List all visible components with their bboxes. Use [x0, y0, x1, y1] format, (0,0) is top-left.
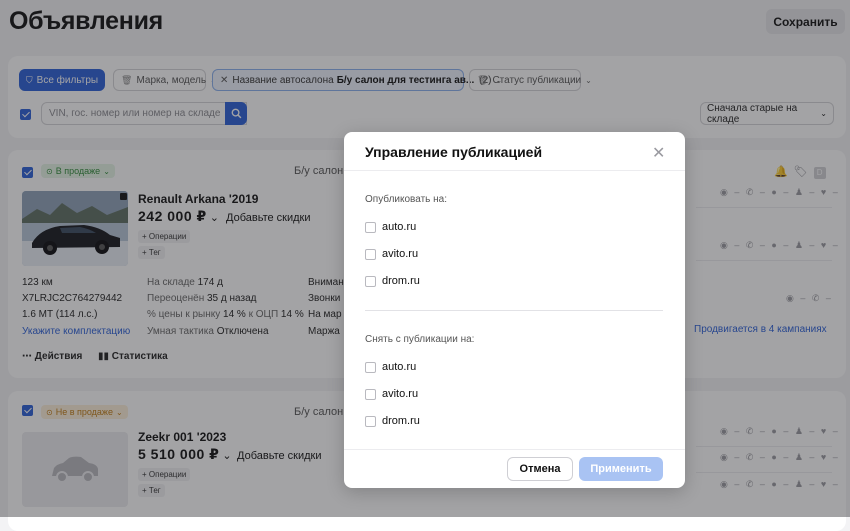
publication-modal: Управление публикацией ✕ Опубликовать на…	[344, 132, 685, 488]
apply-button[interactable]: Применить	[579, 457, 663, 481]
unpublish-avito-ru-option[interactable]: avito.ru	[365, 388, 418, 400]
unpublish-auto-ru-checkbox[interactable]	[365, 361, 376, 373]
publish-drom-ru-label: drom.ru	[382, 275, 420, 287]
unpublish-section-title: Снять с публикации на:	[365, 334, 475, 345]
divider	[344, 170, 685, 171]
unpublish-drom-ru-checkbox[interactable]	[365, 415, 376, 427]
unpublish-auto-ru-label: auto.ru	[382, 361, 417, 373]
publish-avito-ru-option[interactable]: avito.ru	[365, 248, 418, 260]
publish-auto-ru-option[interactable]: auto.ru	[365, 221, 416, 233]
publish-drom-ru-option[interactable]: drom.ru	[365, 275, 420, 287]
publish-drom-ru-checkbox[interactable]	[365, 275, 376, 287]
cancel-button[interactable]: Отмена	[507, 457, 573, 481]
publish-section-title: Опубликовать на:	[365, 194, 448, 205]
publish-auto-ru-label: auto.ru	[382, 221, 417, 233]
unpublish-auto-ru-option[interactable]: auto.ru	[365, 361, 416, 373]
modal-title: Управление публикацией	[365, 144, 543, 160]
divider	[365, 310, 663, 311]
publish-auto-ru-checkbox[interactable]	[365, 221, 376, 233]
unpublish-drom-ru-option[interactable]: drom.ru	[365, 415, 420, 427]
publish-avito-ru-label: avito.ru	[382, 248, 419, 260]
unpublish-avito-ru-label: avito.ru	[382, 388, 419, 400]
divider	[344, 449, 685, 450]
publish-avito-ru-checkbox[interactable]	[365, 248, 376, 260]
unpublish-drom-ru-label: drom.ru	[382, 415, 420, 427]
unpublish-avito-ru-checkbox[interactable]	[365, 388, 376, 400]
close-icon[interactable]: ✕	[652, 143, 665, 163]
